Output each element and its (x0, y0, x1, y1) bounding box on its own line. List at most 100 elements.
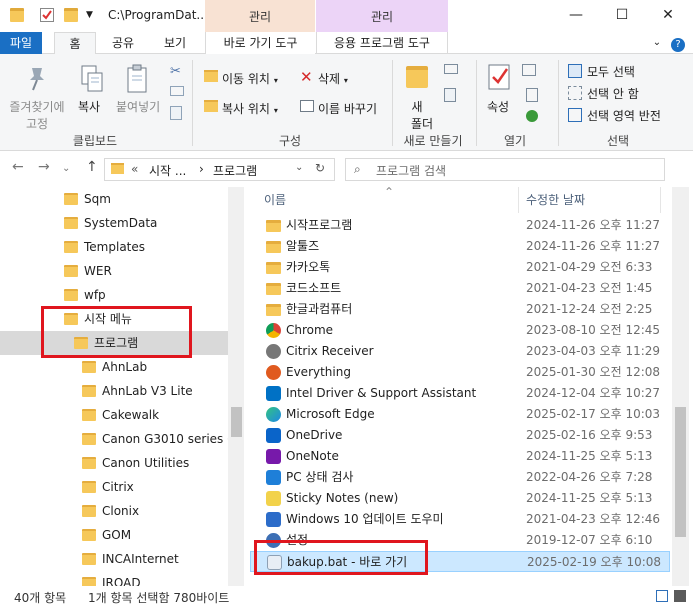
up-arrow-icon[interactable]: ↑ (86, 159, 98, 175)
column-divider[interactable] (518, 187, 519, 213)
tree-item[interactable]: IROAD (0, 571, 228, 586)
breadcrumb-programs[interactable]: 프로그램 (213, 162, 257, 179)
tree-item[interactable]: Canon Utilities (0, 451, 228, 475)
file-name: 코드소프트 (286, 281, 342, 295)
open-icon[interactable] (522, 64, 536, 76)
tree-item[interactable]: Sqm (0, 187, 228, 211)
breadcrumb-separator[interactable]: › (199, 162, 204, 176)
tree-item-label: AhnLab V3 Lite (102, 384, 193, 398)
column-header-name[interactable]: 이름 (264, 187, 286, 213)
file-row[interactable]: 한글과컴퓨터 2021-12-24 오전 2:25 (250, 299, 670, 320)
file-row[interactable]: 코드소프트 2021-04-23 오전 1:45 (250, 278, 670, 299)
quick-access-dropdown-icon[interactable]: ▼ (86, 10, 100, 24)
tree-item[interactable]: GOM (0, 523, 228, 547)
tree-item[interactable]: WER (0, 259, 228, 283)
new-folder-button[interactable]: 새 폴더 (411, 98, 434, 132)
move-to-button[interactable]: 이동 위치 ▾ (222, 70, 278, 87)
new-folder-quick-icon[interactable] (64, 8, 78, 22)
file-date: 2021-12-24 오전 2:25 (526, 302, 653, 316)
refresh-icon[interactable]: ↻ (315, 161, 325, 175)
tree-item[interactable]: INCAInternet (0, 547, 228, 571)
forward-arrow-icon[interactable]: → (38, 159, 50, 175)
new-folder-label-2: 폴더 (411, 117, 434, 131)
tab-home[interactable]: 홈 (54, 32, 96, 54)
delete-button[interactable]: 삭제 ▾ (318, 70, 348, 87)
help-icon[interactable]: ? (670, 32, 686, 54)
file-row[interactable]: OneNote 2024-11-25 오후 5:13 (250, 446, 670, 467)
move-to-icon (204, 70, 218, 82)
tree-item[interactable]: Clonix (0, 499, 228, 523)
properties-button[interactable]: 속성 (487, 98, 509, 115)
file-row[interactable]: Intel Driver & Support Assistant 2024-12-… (250, 383, 670, 404)
collapse-ribbon-icon[interactable]: ⌄ (650, 32, 664, 54)
recent-locations-icon[interactable]: ⌄ (62, 163, 70, 174)
cut-icon[interactable]: ✂ (170, 64, 181, 79)
file-row[interactable]: Chrome 2023-08-10 오전 12:45 (250, 320, 670, 341)
tree-item[interactable]: SystemData (0, 211, 228, 235)
paste-button[interactable]: 붙여넣기 (116, 98, 160, 115)
copy-button[interactable]: 복사 (78, 98, 100, 115)
rename-button[interactable]: 이름 바꾸기 (318, 100, 377, 117)
tab-view[interactable]: 보기 (150, 32, 200, 54)
file-date: 2024-11-25 오후 5:13 (526, 491, 653, 505)
tree-item[interactable]: Cakewalk (0, 403, 228, 427)
tree-scrollbar[interactable] (228, 187, 244, 586)
file-name: 카카오톡 (286, 260, 331, 274)
scrollbar-thumb[interactable] (231, 407, 242, 437)
tab-app-tools[interactable]: 응용 프로그램 도구 (316, 32, 448, 54)
clipboard-group-label: 클립보드 (72, 134, 118, 148)
breadcrumb-start-menu[interactable]: 시작 ... (149, 162, 186, 179)
file-name: 시작프로그램 (286, 218, 353, 232)
onenote-icon (266, 449, 281, 464)
tab-shortcut-tools[interactable]: 바로 가기 도구 (205, 32, 315, 54)
file-row[interactable]: Everything 2025-01-30 오전 12:08 (250, 362, 670, 383)
pin-quick-access-button[interactable]: 즐겨찾기에 고정 (6, 98, 68, 132)
address-dropdown-icon[interactable]: ⌄ (295, 162, 303, 173)
invert-selection-button[interactable]: 선택 영역 반전 (587, 107, 661, 124)
easy-access-icon[interactable] (444, 88, 456, 102)
search-input[interactable]: ⌕ 프로그램 검색 (345, 158, 665, 181)
tree-item[interactable]: AhnLab V3 Lite (0, 379, 228, 403)
tab-file[interactable]: 파일 (0, 32, 42, 54)
file-list-scrollbar[interactable] (672, 187, 689, 586)
column-header-date[interactable]: 수정한 날짜 (526, 187, 585, 213)
file-row[interactable]: Citrix Receiver 2023-04-03 오후 11:29 (250, 341, 670, 362)
organize-group-label: 구성 (278, 134, 302, 148)
maximize-button[interactable]: ☐ (599, 0, 645, 32)
tree-item[interactable]: wfp (0, 283, 228, 307)
new-item-icon[interactable] (444, 64, 458, 74)
file-row[interactable]: Microsoft Edge 2025-02-17 오후 10:03 (250, 404, 670, 425)
select-none-button[interactable]: 선택 안 함 (587, 85, 639, 102)
file-row[interactable]: Windows 10 업데이트 도우미 2021-04-23 오후 12:46 (250, 509, 670, 530)
folder-icon (82, 529, 96, 541)
tree-item[interactable]: Citrix (0, 475, 228, 499)
edit-icon[interactable] (526, 88, 538, 102)
close-button[interactable]: ✕ (645, 0, 691, 32)
column-divider[interactable] (660, 187, 661, 213)
tree-item[interactable]: Canon G3010 series 전지 (0, 427, 244, 451)
file-row[interactable]: 카카오톡 2021-04-29 오전 6:33 (250, 257, 670, 278)
minimize-button[interactable]: — (553, 0, 599, 32)
file-row[interactable]: OneDrive 2025-02-16 오후 9:53 (250, 425, 670, 446)
copy-to-button[interactable]: 복사 위치 ▾ (222, 100, 278, 117)
copy-path-icon[interactable] (170, 86, 184, 96)
paste-shortcut-icon[interactable] (170, 106, 182, 120)
breadcrumb-overflow[interactable]: « (131, 162, 138, 176)
large-icons-view-icon[interactable] (674, 590, 686, 602)
folder-icon (266, 262, 281, 274)
file-row[interactable]: 알툴즈 2024-11-26 오후 11:27 (250, 236, 670, 257)
scrollbar-thumb[interactable] (675, 407, 686, 537)
file-row[interactable]: 시작프로그램 2024-11-26 오후 11:27 (250, 215, 670, 236)
file-row[interactable]: Sticky Notes (new) 2024-11-25 오후 5:13 (250, 488, 670, 509)
back-arrow-icon[interactable]: ← (12, 159, 24, 175)
file-row[interactable]: PC 상태 검사 2022-04-26 오후 7:28 (250, 467, 670, 488)
history-icon[interactable] (526, 110, 538, 122)
copy-to-label: 복사 위치 (222, 102, 270, 116)
tab-share[interactable]: 공유 (102, 32, 144, 54)
tree-item[interactable]: AhnLab (0, 355, 228, 379)
properties-quick-icon[interactable] (40, 8, 54, 22)
select-all-button[interactable]: 모두 선택 (587, 63, 635, 80)
details-view-icon[interactable] (656, 590, 668, 602)
address-bar[interactable]: « 시작 ... › 프로그램 ⌄ ↻ (104, 158, 335, 181)
tree-item[interactable]: Templates (0, 235, 228, 259)
